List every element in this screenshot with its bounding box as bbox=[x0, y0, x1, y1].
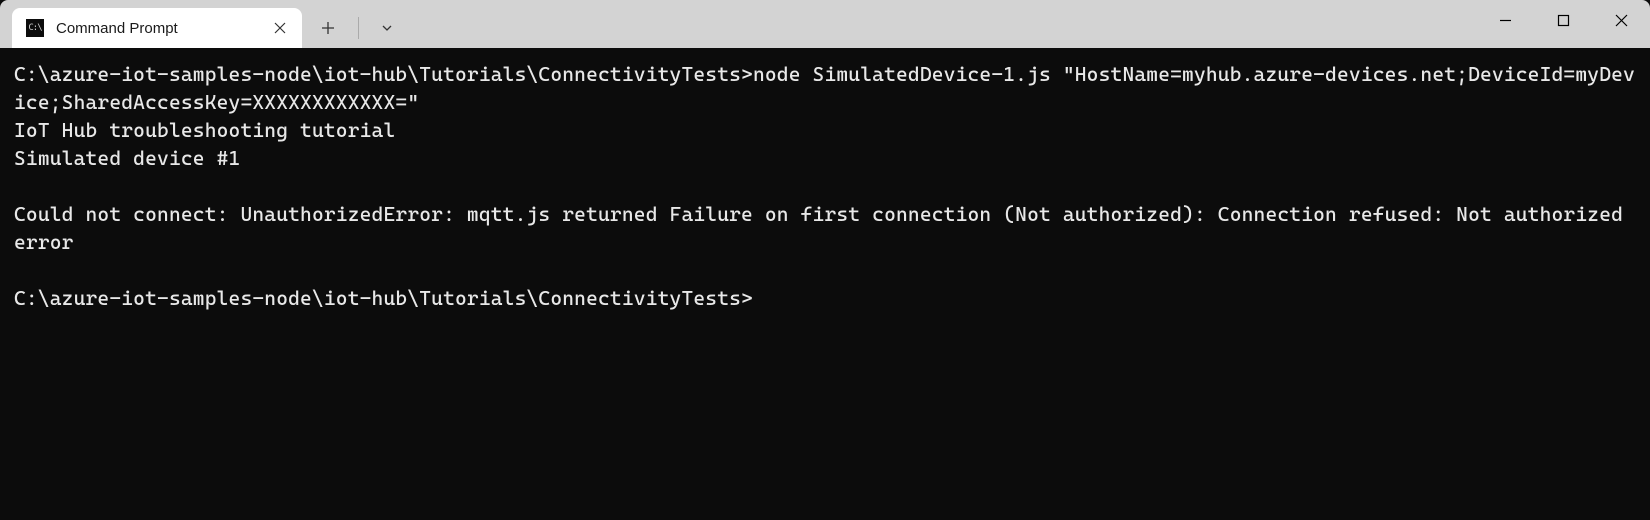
close-icon bbox=[274, 22, 286, 34]
cmd-icon: C:\ bbox=[26, 19, 44, 37]
tab-title: Command Prompt bbox=[56, 20, 268, 37]
terminal-line: C:\azure-iot-samples-node\iot-hub\Tutori… bbox=[14, 284, 1636, 312]
titlebar: C:\ Command Prompt bbox=[0, 0, 1650, 48]
tab-command-prompt[interactable]: C:\ Command Prompt bbox=[12, 8, 302, 48]
minimize-button[interactable] bbox=[1476, 0, 1534, 40]
terminal-line: Could not connect: UnauthorizedError: mq… bbox=[14, 200, 1636, 256]
terminal-line: Simulated device #1 bbox=[14, 144, 1636, 172]
new-tab-button[interactable] bbox=[306, 10, 350, 46]
plus-icon bbox=[321, 21, 335, 35]
terminal-line: C:\azure-iot-samples-node\iot-hub\Tutori… bbox=[14, 60, 1636, 116]
maximize-icon bbox=[1557, 14, 1570, 27]
terminal-output[interactable]: C:\azure-iot-samples-node\iot-hub\Tutori… bbox=[0, 48, 1650, 520]
tabbar-divider bbox=[358, 17, 359, 39]
tabbar-actions bbox=[302, 8, 409, 48]
minimize-icon bbox=[1499, 14, 1512, 27]
window-controls bbox=[1476, 0, 1650, 40]
chevron-down-icon bbox=[380, 21, 394, 35]
tab-dropdown-button[interactable] bbox=[365, 10, 409, 46]
terminal-line bbox=[14, 172, 1636, 200]
terminal-line bbox=[14, 256, 1636, 284]
maximize-button[interactable] bbox=[1534, 0, 1592, 40]
tab-close-button[interactable] bbox=[268, 16, 292, 40]
terminal-line: IoT Hub troubleshooting tutorial bbox=[14, 116, 1636, 144]
close-window-button[interactable] bbox=[1592, 0, 1650, 40]
close-icon bbox=[1615, 14, 1628, 27]
